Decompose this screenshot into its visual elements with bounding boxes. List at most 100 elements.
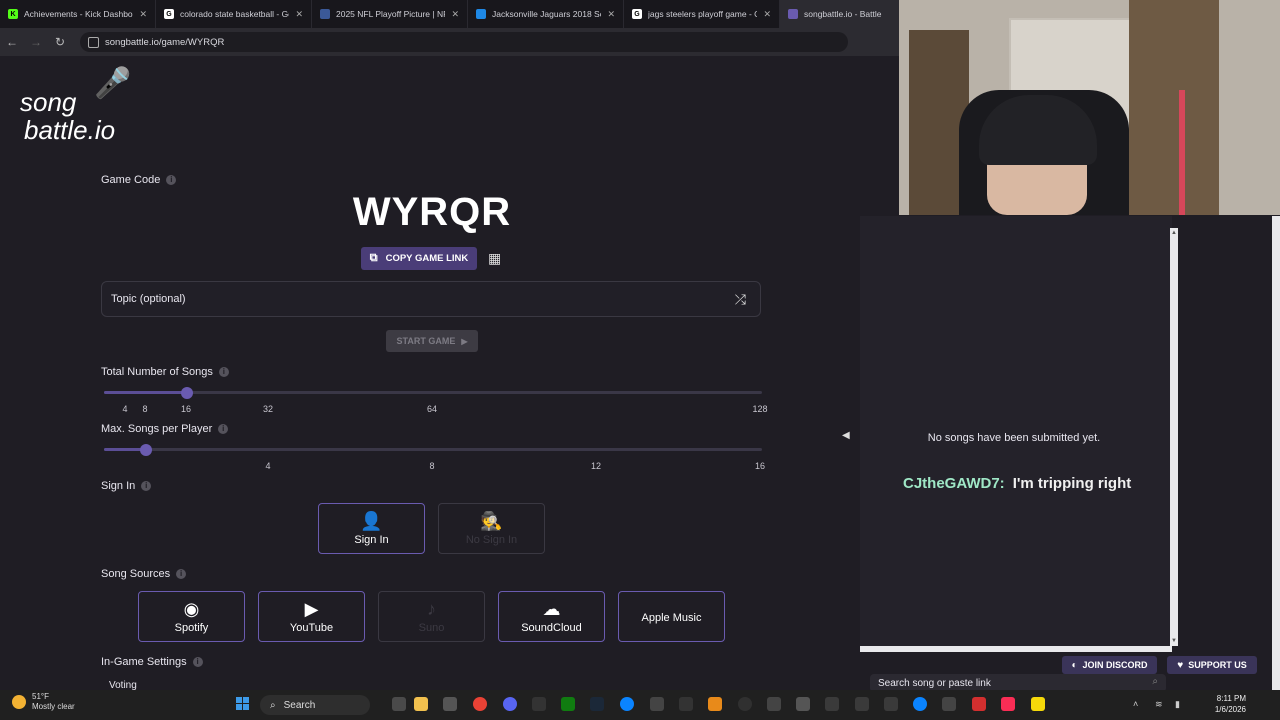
start-game-button[interactable]: START GAME ▶	[386, 330, 478, 352]
file-explorer-icon[interactable]	[414, 697, 428, 711]
app-icon[interactable]	[767, 697, 781, 711]
edge-icon[interactable]	[913, 697, 927, 711]
soundcloud-source-button[interactable]: ☁ SoundCloud	[498, 591, 605, 642]
total-songs-slider-thumb[interactable]	[181, 387, 193, 399]
apple-music-source-button[interactable]: Apple Music	[618, 591, 725, 642]
close-icon[interactable]: ✕	[763, 9, 771, 20]
panel-scrollbar[interactable]: ▲ ▼	[1170, 228, 1178, 646]
taskbar-clock[interactable]: 8:11 PM 1/6/2026	[1196, 693, 1246, 715]
wifi-icon[interactable]: ≋	[1155, 699, 1163, 710]
close-icon[interactable]: ✕	[607, 9, 615, 20]
info-icon[interactable]: i	[218, 367, 229, 377]
app-icon[interactable]	[1031, 697, 1045, 711]
info-icon[interactable]: i	[192, 657, 203, 667]
reload-icon[interactable]: ↻	[48, 35, 72, 49]
total-songs-tick: 64	[426, 404, 437, 414]
suno-icon: ♪	[427, 599, 436, 619]
windows-start-icon[interactable]	[236, 697, 250, 711]
app-icon[interactable]	[679, 697, 693, 711]
taskbar-search[interactable]: ⌕ Search	[260, 695, 370, 715]
scroll-up-icon[interactable]: ▲	[1170, 230, 1178, 236]
webcam-shelf-right	[1129, 0, 1219, 215]
songbattle-logo[interactable]: song 🎤 battle.io	[20, 66, 150, 146]
steam-icon[interactable]	[590, 697, 604, 711]
youtube-taskbar-icon[interactable]	[972, 697, 986, 711]
close-icon[interactable]: ✕	[295, 9, 303, 20]
qr-code-icon[interactable]: ▦	[488, 250, 501, 267]
max-songs-slider-thumb[interactable]	[140, 444, 152, 456]
chrome-icon[interactable]	[473, 697, 487, 711]
browser-icon[interactable]	[620, 697, 634, 711]
browser-tab[interactable]: K Achievements - Kick Dashboard ✕	[0, 0, 156, 28]
browser-tab[interactable]: G jags steelers playoff game - Goo ✕	[624, 0, 780, 28]
youtube-icon: ▶	[304, 599, 319, 619]
back-icon[interactable]: ←	[0, 35, 24, 49]
max-songs-slider-track[interactable]	[104, 448, 762, 451]
clock-date: 1/6/2026	[1214, 705, 1246, 714]
copy-game-link-button[interactable]: ⧉ COPY GAME LINK	[361, 247, 477, 270]
join-discord-button[interactable]: ◐ JOIN DISCORD	[1062, 656, 1157, 674]
music-icon[interactable]	[1001, 697, 1015, 711]
info-icon[interactable]: i	[141, 481, 152, 491]
sign-in-button[interactable]: 👤 Sign In	[318, 503, 425, 554]
copy-icon: ⧉	[369, 252, 378, 264]
chat-username: CJtheGAWD7:	[903, 475, 1005, 492]
url-text: songbattle.io/game/WYRQR	[105, 36, 225, 48]
suno-source-button[interactable]: ♪ Suno	[378, 591, 485, 642]
source-label: Suno	[418, 622, 445, 634]
no-sign-in-button[interactable]: 🕵 No Sign In	[438, 503, 545, 554]
scroll-down-icon[interactable]: ▼	[1170, 638, 1178, 644]
app-icon[interactable]	[708, 697, 722, 711]
source-label: Spotify	[174, 622, 209, 634]
task-view-icon[interactable]	[392, 697, 406, 711]
info-icon[interactable]: i	[218, 424, 229, 434]
close-icon[interactable]: ✕	[451, 9, 459, 20]
panel-horizontal-scrollbar[interactable]	[860, 646, 1172, 652]
topic-input[interactable]: Topic (optional) ⤮	[101, 281, 761, 317]
join-discord-label: JOIN DISCORD	[1082, 660, 1148, 670]
search-icon: ⌕	[1152, 676, 1158, 687]
site-info-icon[interactable]	[88, 36, 99, 48]
app-icon[interactable]	[942, 697, 956, 711]
app-icon[interactable]	[884, 697, 898, 711]
chevron-up-icon[interactable]: ˄	[1133, 699, 1138, 709]
app-icon[interactable]	[796, 697, 810, 711]
source-label: YouTube	[289, 622, 334, 634]
info-icon[interactable]: i	[176, 569, 187, 579]
forward-icon[interactable]: →	[24, 35, 48, 49]
store-icon[interactable]	[443, 697, 457, 711]
spotify-source-button[interactable]: ◉ Spotify	[138, 591, 245, 642]
collapse-panel-icon[interactable]: ◀	[842, 430, 850, 441]
page-scrollbar[interactable]	[1272, 216, 1280, 690]
total-songs-tick: 128	[752, 404, 768, 414]
weather-widget[interactable]: 51°F Mostly clear	[12, 692, 75, 712]
game-code-value: WYRQR	[352, 190, 512, 234]
xbox-icon[interactable]	[561, 697, 575, 711]
weather-text: 51°F Mostly clear	[32, 692, 75, 712]
youtube-source-button[interactable]: ▶ YouTube	[258, 591, 365, 642]
voting-setting-label: Voting	[109, 680, 137, 690]
total-songs-slider-track[interactable]	[104, 391, 762, 394]
browser-tab[interactable]: Jacksonville Jaguars 2018 Score ✕	[468, 0, 624, 28]
app-icon[interactable]	[650, 697, 664, 711]
obs-icon[interactable]	[738, 697, 752, 711]
shuffle-icon[interactable]: ⤮	[735, 291, 746, 308]
epic-games-icon[interactable]	[532, 697, 546, 711]
app-icon[interactable]	[825, 697, 839, 711]
tab-label: 2025 NFL Playoff Picture | NFL.	[336, 9, 446, 19]
tab-label: Achievements - Kick Dashboard	[24, 9, 134, 19]
discord-taskbar-icon[interactable]	[503, 697, 517, 711]
total-songs-label: Total Number of Songs i	[101, 366, 229, 378]
user-icon: 👤	[360, 511, 383, 531]
app-icon[interactable]	[855, 697, 869, 711]
browser-tab[interactable]: G colorado state basketball - Goo ✕	[156, 0, 312, 28]
info-icon[interactable]: i	[166, 175, 177, 185]
url-field[interactable]: songbattle.io/game/WYRQR	[80, 32, 848, 52]
microphone-icon[interactable]: ▮	[1175, 699, 1180, 710]
close-icon[interactable]: ✕	[139, 9, 147, 20]
support-us-button[interactable]: ♥ SUPPORT US	[1167, 656, 1257, 674]
browser-tab[interactable]: 2025 NFL Playoff Picture | NFL. ✕	[312, 0, 468, 28]
weather-temp: 51°F	[32, 692, 49, 701]
incognito-icon: 🕵	[480, 511, 503, 531]
in-game-settings-label-text: In-Game Settings	[101, 656, 187, 668]
